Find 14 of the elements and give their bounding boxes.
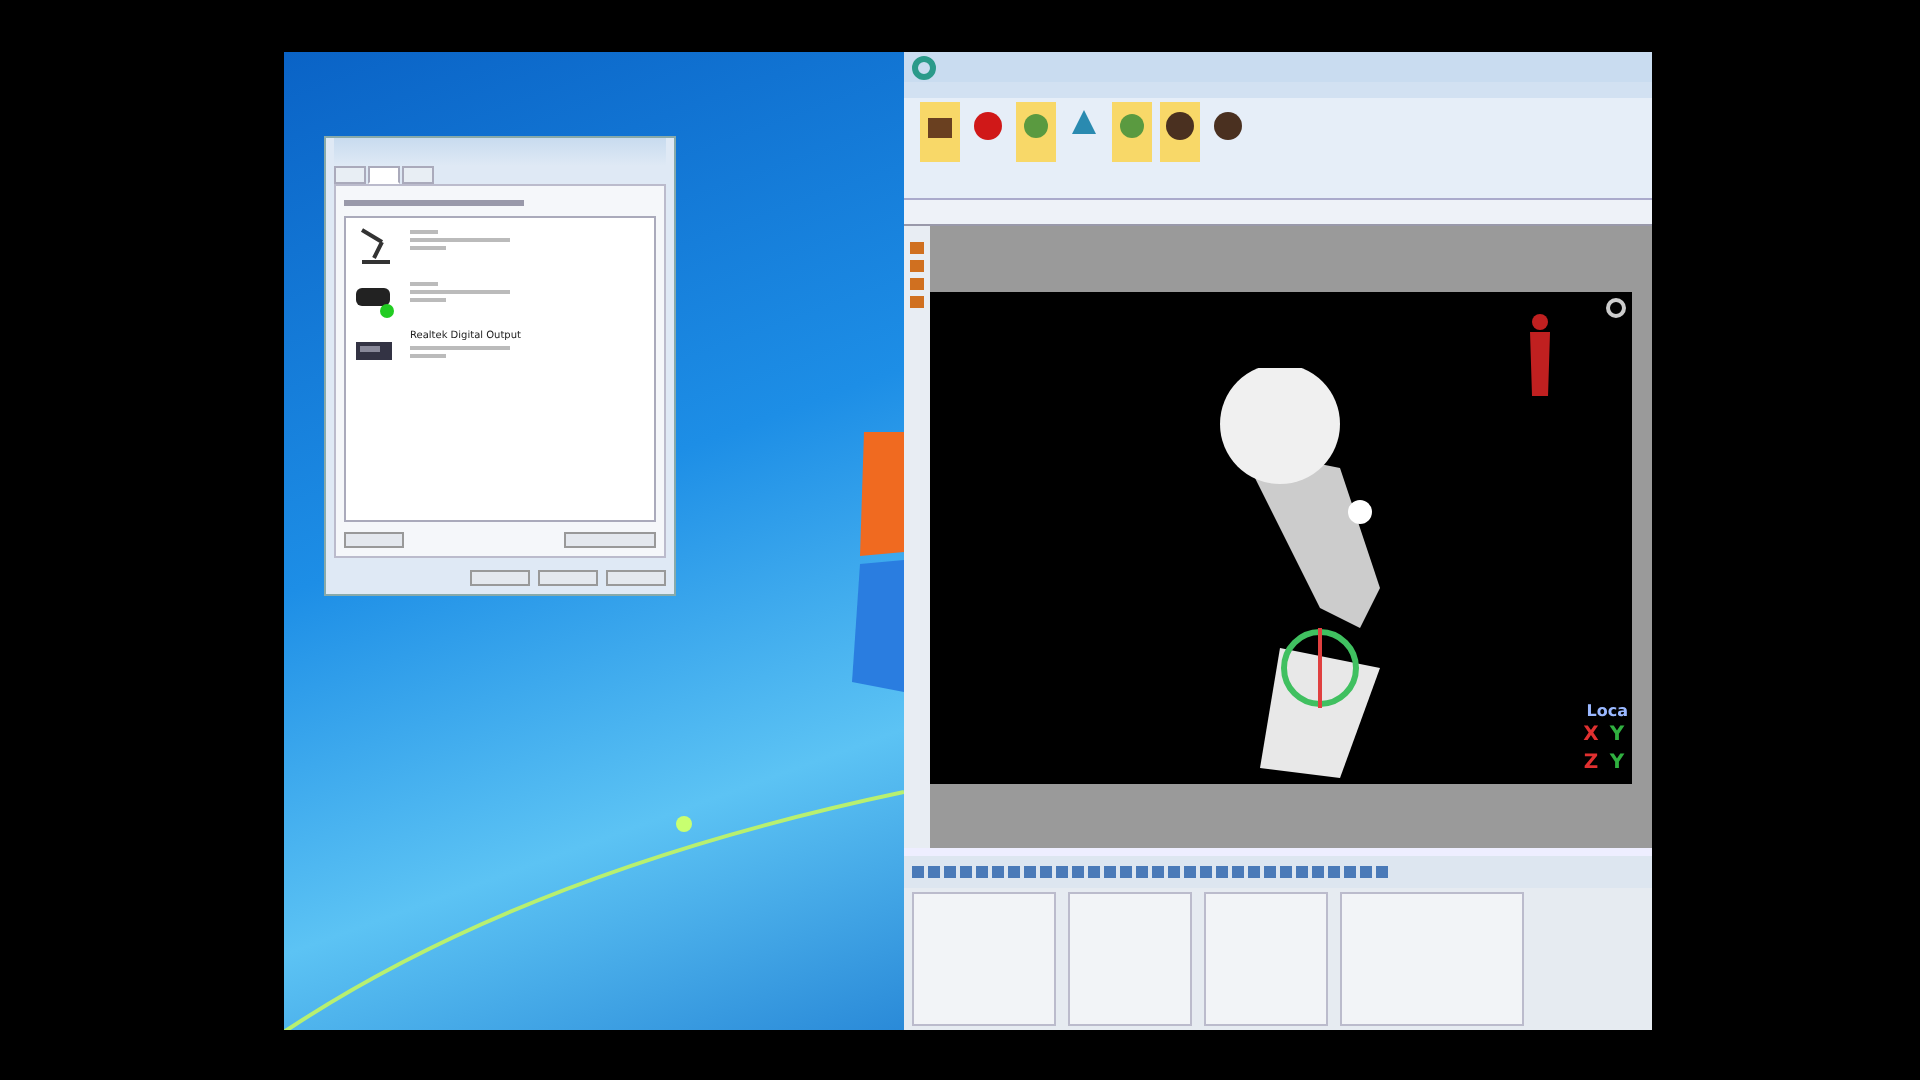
apply-button[interactable] <box>606 570 666 586</box>
dialog-tab[interactable] <box>402 166 434 184</box>
ribbon-button[interactable] <box>920 102 960 162</box>
camera-control-icon[interactable] <box>1604 296 1628 324</box>
standing-figure-drawing <box>1524 312 1556 400</box>
ball-icon <box>972 106 1004 142</box>
cancel-button[interactable] <box>538 570 598 586</box>
set-default-button[interactable] <box>564 532 656 548</box>
ok-button[interactable] <box>470 570 530 586</box>
coordinate-mode-label[interactable]: Loca <box>1586 702 1628 720</box>
dialog-tab[interactable] <box>368 166 400 184</box>
dialog-tab[interactable] <box>334 166 366 184</box>
configure-button[interactable] <box>344 532 404 548</box>
ribbon-button[interactable] <box>1160 102 1200 162</box>
